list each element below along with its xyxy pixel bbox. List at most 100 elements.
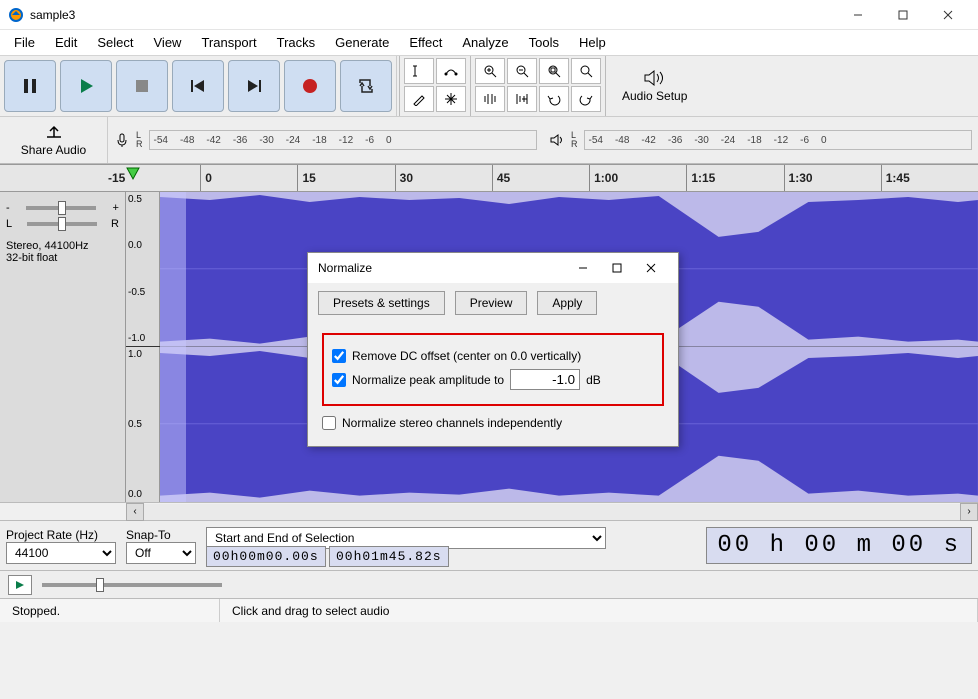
- skip-start-button[interactable]: [172, 60, 224, 112]
- toolbar-area: Audio Setup Share Audio LR -54-48-42-36-…: [0, 56, 978, 164]
- fit-project-button[interactable]: [571, 58, 601, 84]
- horizontal-scrollbar[interactable]: ‹ ›: [0, 502, 978, 520]
- highlighted-options: Remove DC offset (center on 0.0 vertical…: [322, 333, 664, 406]
- redo-button[interactable]: [571, 86, 601, 112]
- amplitude-ruler-left: 0.50.0-0.5-1.0: [126, 192, 160, 346]
- playhead-icon[interactable]: [126, 167, 140, 181]
- selection-end[interactable]: 00h01m45.82s: [329, 546, 449, 567]
- speaker-icon: [643, 69, 667, 87]
- app-logo-icon: [8, 7, 24, 23]
- menu-view[interactable]: View: [144, 31, 192, 54]
- project-rate-label: Project Rate (Hz): [6, 528, 98, 542]
- draw-tool[interactable]: [404, 86, 434, 112]
- db-label: dB: [586, 373, 601, 387]
- menu-file[interactable]: File: [4, 31, 45, 54]
- silence-button[interactable]: [507, 86, 537, 112]
- zoom-in-button[interactable]: [475, 58, 505, 84]
- share-icon: [44, 123, 64, 139]
- trim-button[interactable]: [475, 86, 505, 112]
- status-state: Stopped.: [0, 599, 220, 622]
- undo-button[interactable]: [539, 86, 569, 112]
- stereo-indep-label: Normalize stereo channels independently: [342, 416, 562, 430]
- normalize-peak-checkbox[interactable]: [332, 373, 346, 387]
- dialog-title: Normalize: [318, 261, 566, 275]
- track-info2: 32-bit float: [6, 252, 119, 264]
- amplitude-ruler-right: 1.00.50.0: [126, 347, 160, 502]
- playback-meter[interactable]: LR -54-48-42-36-30-24-18-12-60: [543, 117, 978, 163]
- project-rate-select[interactable]: 44100: [6, 542, 116, 564]
- tools-grid: [402, 56, 468, 116]
- normalize-dialog: Normalize Presets & settings Preview App…: [307, 252, 679, 447]
- timeline-ruler[interactable]: -15 0 15 30 45 1:00 1:15 1:30 1:45: [0, 164, 978, 192]
- gain-slider[interactable]: [26, 206, 96, 210]
- remove-dc-label: Remove DC offset (center on 0.0 vertical…: [352, 349, 581, 363]
- preview-button[interactable]: Preview: [455, 291, 528, 315]
- menu-edit[interactable]: Edit: [45, 31, 87, 54]
- peak-value-input[interactable]: [510, 369, 580, 390]
- transcription-toolbar: [0, 570, 978, 598]
- menu-select[interactable]: Select: [87, 31, 143, 54]
- selection-tool[interactable]: [404, 58, 434, 84]
- share-audio-button[interactable]: Share Audio: [0, 117, 108, 163]
- rec-meter-scale: -54-48-42-36-30-24-18-12-60: [149, 130, 538, 150]
- skip-end-button[interactable]: [228, 60, 280, 112]
- selection-start[interactable]: 00h00m00.00s: [206, 546, 326, 567]
- share-label: Share Audio: [21, 143, 86, 157]
- track-control-panel[interactable]: - + L R Stereo, 44100Hz 32-bit float: [0, 192, 126, 502]
- presets-button[interactable]: Presets & settings: [318, 291, 445, 315]
- dialog-maximize-button[interactable]: [600, 253, 634, 283]
- play-at-speed-button[interactable]: [8, 575, 32, 595]
- snap-select[interactable]: Off: [126, 542, 196, 564]
- menu-tracks[interactable]: Tracks: [267, 31, 326, 54]
- envelope-tool[interactable]: [436, 58, 466, 84]
- pause-button[interactable]: [4, 60, 56, 112]
- statusbar: Stopped. Click and drag to select audio: [0, 598, 978, 622]
- window-title: sample3: [30, 8, 835, 22]
- menu-generate[interactable]: Generate: [325, 31, 399, 54]
- menu-transport[interactable]: Transport: [191, 31, 266, 54]
- speaker-small-icon: [549, 132, 565, 148]
- pan-slider[interactable]: [27, 222, 97, 226]
- loop-button[interactable]: [340, 60, 392, 112]
- menu-effect[interactable]: Effect: [399, 31, 452, 54]
- snap-label: Snap-To: [126, 528, 171, 542]
- zoom-out-button[interactable]: [507, 58, 537, 84]
- play-meter-scale: -54-48-42-36-30-24-18-12-60: [584, 130, 973, 150]
- menu-tools[interactable]: Tools: [519, 31, 569, 54]
- track-info1: Stereo, 44100Hz: [6, 240, 119, 252]
- recording-meter[interactable]: LR -54-48-42-36-30-24-18-12-60: [108, 117, 543, 163]
- apply-button[interactable]: Apply: [537, 291, 597, 315]
- selection-region[interactable]: [160, 192, 186, 502]
- dialog-minimize-button[interactable]: [566, 253, 600, 283]
- status-hint: Click and drag to select audio: [220, 599, 978, 622]
- normalize-peak-label: Normalize peak amplitude to: [352, 373, 504, 387]
- dialog-titlebar[interactable]: Normalize: [308, 253, 678, 283]
- lr-label: LR: [571, 131, 578, 149]
- audio-setup-button[interactable]: Audio Setup: [608, 56, 701, 116]
- close-button[interactable]: [925, 0, 970, 30]
- dialog-close-button[interactable]: [634, 253, 668, 283]
- playback-speed-slider[interactable]: [42, 583, 222, 587]
- menu-help[interactable]: Help: [569, 31, 616, 54]
- stereo-indep-checkbox[interactable]: [322, 416, 336, 430]
- play-button[interactable]: [60, 60, 112, 112]
- multi-tool[interactable]: [436, 86, 466, 112]
- fit-selection-button[interactable]: [539, 58, 569, 84]
- record-button[interactable]: [284, 60, 336, 112]
- mic-icon: [114, 132, 130, 148]
- minimize-button[interactable]: [835, 0, 880, 30]
- menubar: File Edit Select View Transport Tracks G…: [0, 30, 978, 56]
- scroll-left-button[interactable]: ‹: [126, 503, 144, 521]
- titlebar: sample3: [0, 0, 978, 30]
- maximize-button[interactable]: [880, 0, 925, 30]
- remove-dc-checkbox[interactable]: [332, 349, 346, 363]
- audio-position[interactable]: 00 h 00 m 00 s: [706, 527, 972, 564]
- transport-controls: [0, 56, 397, 116]
- lr-label: LR: [136, 131, 143, 149]
- zoom-edit-grid: [473, 56, 603, 116]
- menu-analyze[interactable]: Analyze: [452, 31, 518, 54]
- audio-setup-label: Audio Setup: [622, 89, 687, 103]
- scroll-right-button[interactable]: ›: [960, 503, 978, 521]
- stop-button[interactable]: [116, 60, 168, 112]
- selection-toolbar: Project Rate (Hz) 44100 Snap-To Off Star…: [0, 520, 978, 570]
